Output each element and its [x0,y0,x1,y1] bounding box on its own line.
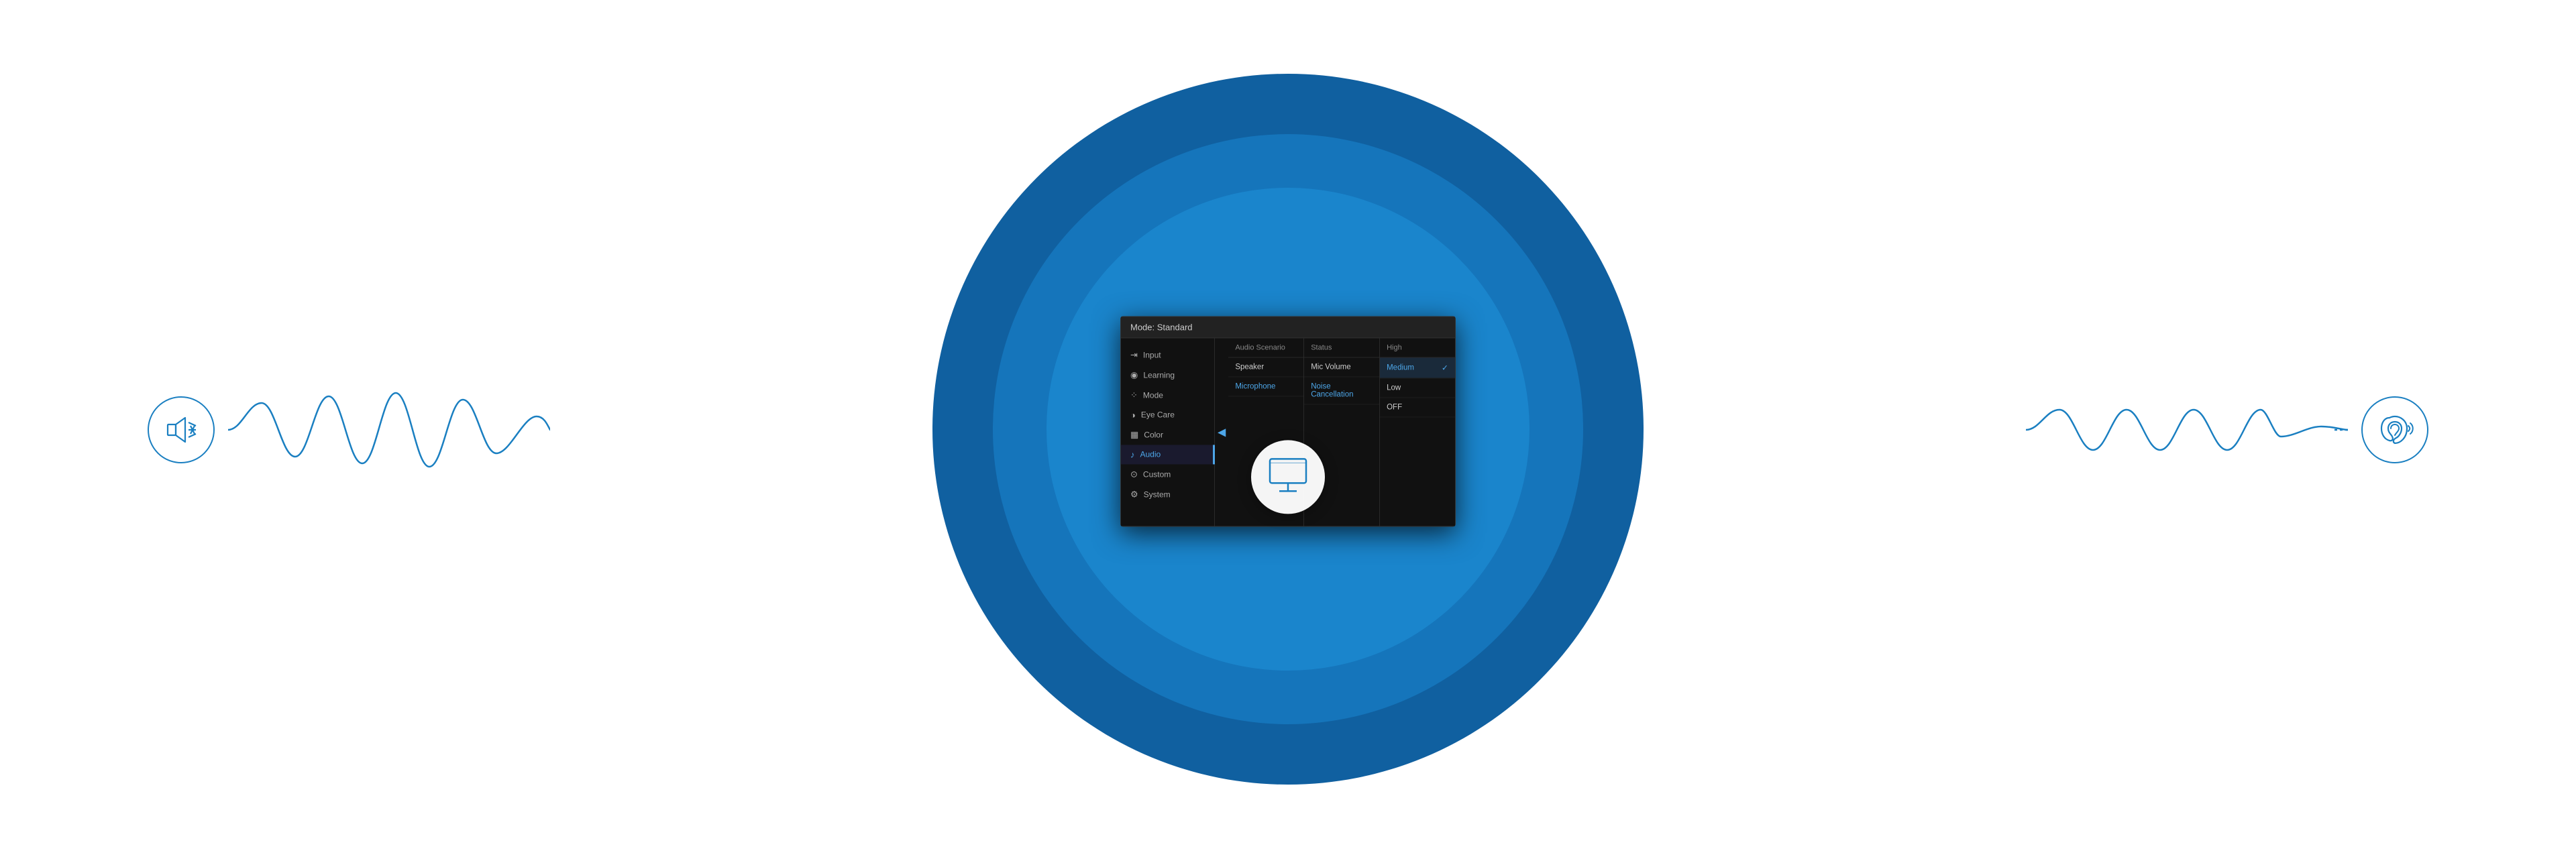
sidebar-custom-label: Custom [1143,469,1171,479]
sidebar-system-label: System [1144,490,1171,499]
wave-right [2026,390,2348,470]
sidebar-item-audio[interactable]: ♪ Audio [1121,445,1214,464]
col3-header: High [1380,338,1455,357]
mode-icon: ⁘ [1130,390,1138,400]
eyecare-icon: ◑ [1130,410,1136,420]
sidebar-item-mode[interactable]: ⁘ Mode [1121,385,1214,405]
status-mic-volume[interactable]: Mic Volume [1304,357,1379,377]
monitor-circle [1251,440,1325,514]
content-arrow: ◀ [1215,338,1228,526]
ear-icon-container [2361,396,2428,463]
color-icon: ▦ [1130,429,1138,440]
speaker-icon [162,411,200,449]
input-icon: ⇥ [1130,349,1138,360]
speaker-icon-container [148,396,215,463]
sidebar-item-custom[interactable]: ⊙ Custom [1121,464,1214,484]
scenario-speaker[interactable]: Speaker [1228,357,1303,377]
osd-col-values: High Medium Low OFF [1380,338,1455,526]
monitor-illustration-wrapper [1251,440,1325,514]
audio-icon: ♪ [1130,449,1135,459]
scenario-microphone[interactable]: Microphone [1228,377,1303,396]
system-icon: ⚙ [1130,489,1138,500]
sidebar-item-color[interactable]: ▦ Color [1121,424,1214,445]
value-low[interactable]: Low [1380,378,1455,398]
custom-icon: ⊙ [1130,469,1138,479]
col2-header: Status [1304,338,1379,357]
sidebar-eyecare-label: Eye Care [1141,410,1175,419]
sidebar-item-learning[interactable]: ◉ Learning [1121,365,1214,385]
value-off[interactable]: OFF [1380,398,1455,417]
sidebar-item-input[interactable]: ⇥ Input [1121,345,1214,365]
sidebar-audio-label: Audio [1140,449,1161,459]
sidebar-learning-label: Learning [1143,370,1175,380]
osd-titlebar: Mode: Standard [1121,317,1455,338]
sidebar-item-system[interactable]: ⚙ System [1121,484,1214,504]
wave-left [228,390,550,470]
status-noise-cancel[interactable]: Noise Cancellation [1304,377,1379,404]
monitor-icon [1265,453,1311,500]
sidebar-item-eyecare[interactable]: ◑ Eye Care [1121,405,1214,424]
osd-sidebar: ⇥ Input ◉ Learning ⁘ Mode ◑ Eye Care ▦ C… [1121,338,1215,526]
learning-icon: ◉ [1130,369,1138,380]
sidebar-color-label: Color [1144,430,1163,439]
sidebar-input-label: Input [1143,350,1161,359]
osd-title: Mode: Standard [1130,322,1193,332]
value-medium[interactable]: Medium [1380,357,1455,378]
ear-icon [2376,411,2414,449]
sidebar-mode-label: Mode [1143,390,1163,400]
col1-header: Audio Scenario [1228,338,1303,357]
